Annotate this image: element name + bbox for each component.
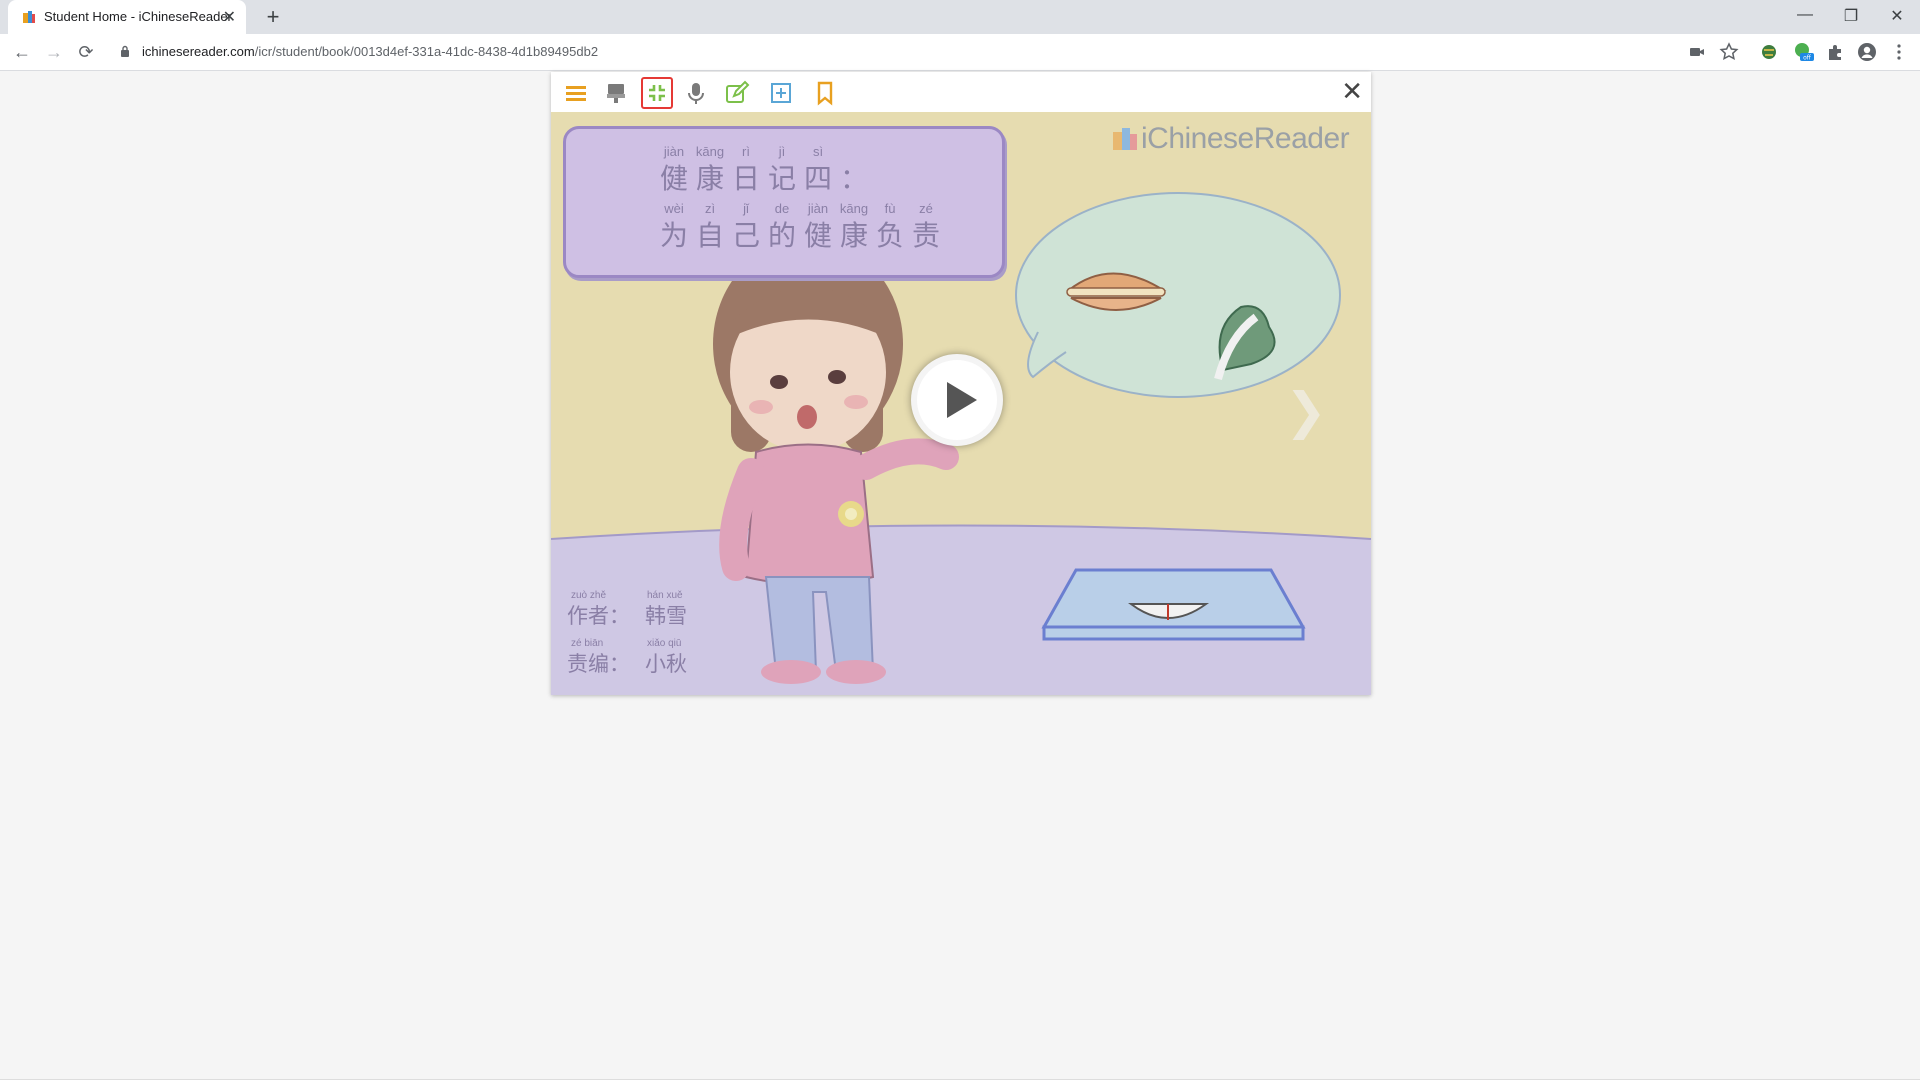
add-icon xyxy=(771,83,791,103)
editor-name: 小秋 xyxy=(645,652,687,676)
fullscreen-exit-icon xyxy=(649,85,665,101)
new-tab-button[interactable]: + xyxy=(260,4,286,30)
menu-button[interactable] xyxy=(561,78,591,108)
restore-icon[interactable]: ❐ xyxy=(1836,6,1866,26)
hanzi-char: 康 xyxy=(839,219,868,252)
title-line2-hanzi: 为自己的健康负责 xyxy=(656,214,944,254)
tab-close-icon[interactable]: ✕ xyxy=(223,7,236,27)
edit-icon xyxy=(726,80,750,103)
tab-strip: Student Home - iChineseReader ✕ + — ❐ ✕ xyxy=(0,0,1920,34)
ichinesereader-logo: iChineseReader xyxy=(1111,122,1350,156)
back-icon[interactable]: ← xyxy=(10,40,34,64)
extensions-puzzle-icon[interactable] xyxy=(1824,41,1846,63)
exit-fullscreen-button[interactable] xyxy=(641,77,673,109)
next-page-arrow[interactable]: ❯ xyxy=(1285,382,1327,440)
book-title-card: jiàn kāng rì jì sì 健康日记四： wèi zì jǐ de jiàn kāng f… xyxy=(563,126,1005,278)
svg-text:off: off xyxy=(1803,55,1812,62)
author-name: 韩雪 xyxy=(645,604,687,628)
play-audio-button[interactable] xyxy=(911,354,1003,446)
reader-toolbar: ✕ xyxy=(551,72,1371,112)
url-host: ichinesereader.com xyxy=(142,44,255,59)
ichinesereader-favicon-icon xyxy=(23,11,35,23)
browser-toolbar: ← → ⟳ ichinesereader.com/icr/student/boo… xyxy=(0,34,1920,71)
star-icon[interactable] xyxy=(1718,41,1740,63)
extension-off-icon[interactable]: off xyxy=(1792,41,1814,63)
hanzi-char: 记 xyxy=(767,162,796,195)
camera-icon[interactable] xyxy=(1686,41,1708,63)
hanzi-char: 健 xyxy=(803,219,832,252)
hanzi-char: 日 xyxy=(731,162,760,195)
book-reader: ✕ jiàn kāng rì jì sì 健 康 日 记 四 ： wèi zì … xyxy=(551,72,1371,695)
microphone-icon xyxy=(688,83,704,104)
hanzi-char: 四 xyxy=(803,162,832,195)
extension-globe-icon[interactable] xyxy=(1758,41,1780,63)
speech-bubble xyxy=(1015,192,1341,398)
edit-button[interactable] xyxy=(722,78,752,108)
add-note-button[interactable] xyxy=(766,78,796,108)
author-label: 作者： xyxy=(567,604,630,628)
hanzi-char: 己 xyxy=(731,219,760,252)
hanzi-char: ： xyxy=(839,162,868,195)
stamp-button[interactable] xyxy=(601,78,631,108)
browser-menu-icon[interactable] xyxy=(1888,41,1910,63)
hanzi-char: 自 xyxy=(695,219,724,252)
menu-icon xyxy=(566,86,586,101)
bookmark-icon xyxy=(817,81,833,106)
bathroom-scale-icon xyxy=(1041,568,1306,641)
play-icon xyxy=(947,382,977,418)
hanzi-char: 健 xyxy=(659,162,688,195)
logo-cube-icon xyxy=(1113,128,1137,150)
lock-icon[interactable] xyxy=(120,45,130,57)
hanzi-char: 康 xyxy=(695,162,724,195)
tab-title: Student Home - iChineseReader xyxy=(44,9,232,24)
profile-avatar-icon[interactable] xyxy=(1856,41,1878,63)
book-page: jiàn kāng rì jì sì 健康日记四： wèi zì jǐ de jiàn kāng f… xyxy=(551,112,1371,695)
minimize-icon[interactable]: — xyxy=(1790,6,1820,24)
editor-label: 责编： xyxy=(567,652,630,676)
url-text[interactable]: ichinesereader.com/icr/student/book/0013… xyxy=(142,44,598,59)
bookmark-button[interactable] xyxy=(810,78,840,108)
browser-tab[interactable]: Student Home - iChineseReader ✕ xyxy=(8,0,246,34)
record-button[interactable] xyxy=(681,78,711,108)
stamp-icon xyxy=(607,84,625,103)
logo-name: ChineseReader xyxy=(1147,122,1350,155)
forward-icon[interactable]: → xyxy=(42,40,66,64)
url-path: /icr/student/book/0013d4ef-331a-41dc-843… xyxy=(254,44,599,59)
reload-icon[interactable]: ⟳ xyxy=(74,40,98,64)
title-line1-hanzi: 健康日记四： xyxy=(656,157,872,197)
address-bar[interactable]: ichinesereader.com/icr/student/book/0013… xyxy=(110,38,1730,66)
hanzi-char: 负 xyxy=(875,219,904,252)
hanzi-char: 责 xyxy=(911,219,940,252)
hanzi-char: 为 xyxy=(659,219,688,252)
hanzi-char: 的 xyxy=(767,219,796,252)
window-close-icon[interactable]: ✕ xyxy=(1882,6,1912,26)
reader-close-button[interactable]: ✕ xyxy=(1341,76,1363,107)
